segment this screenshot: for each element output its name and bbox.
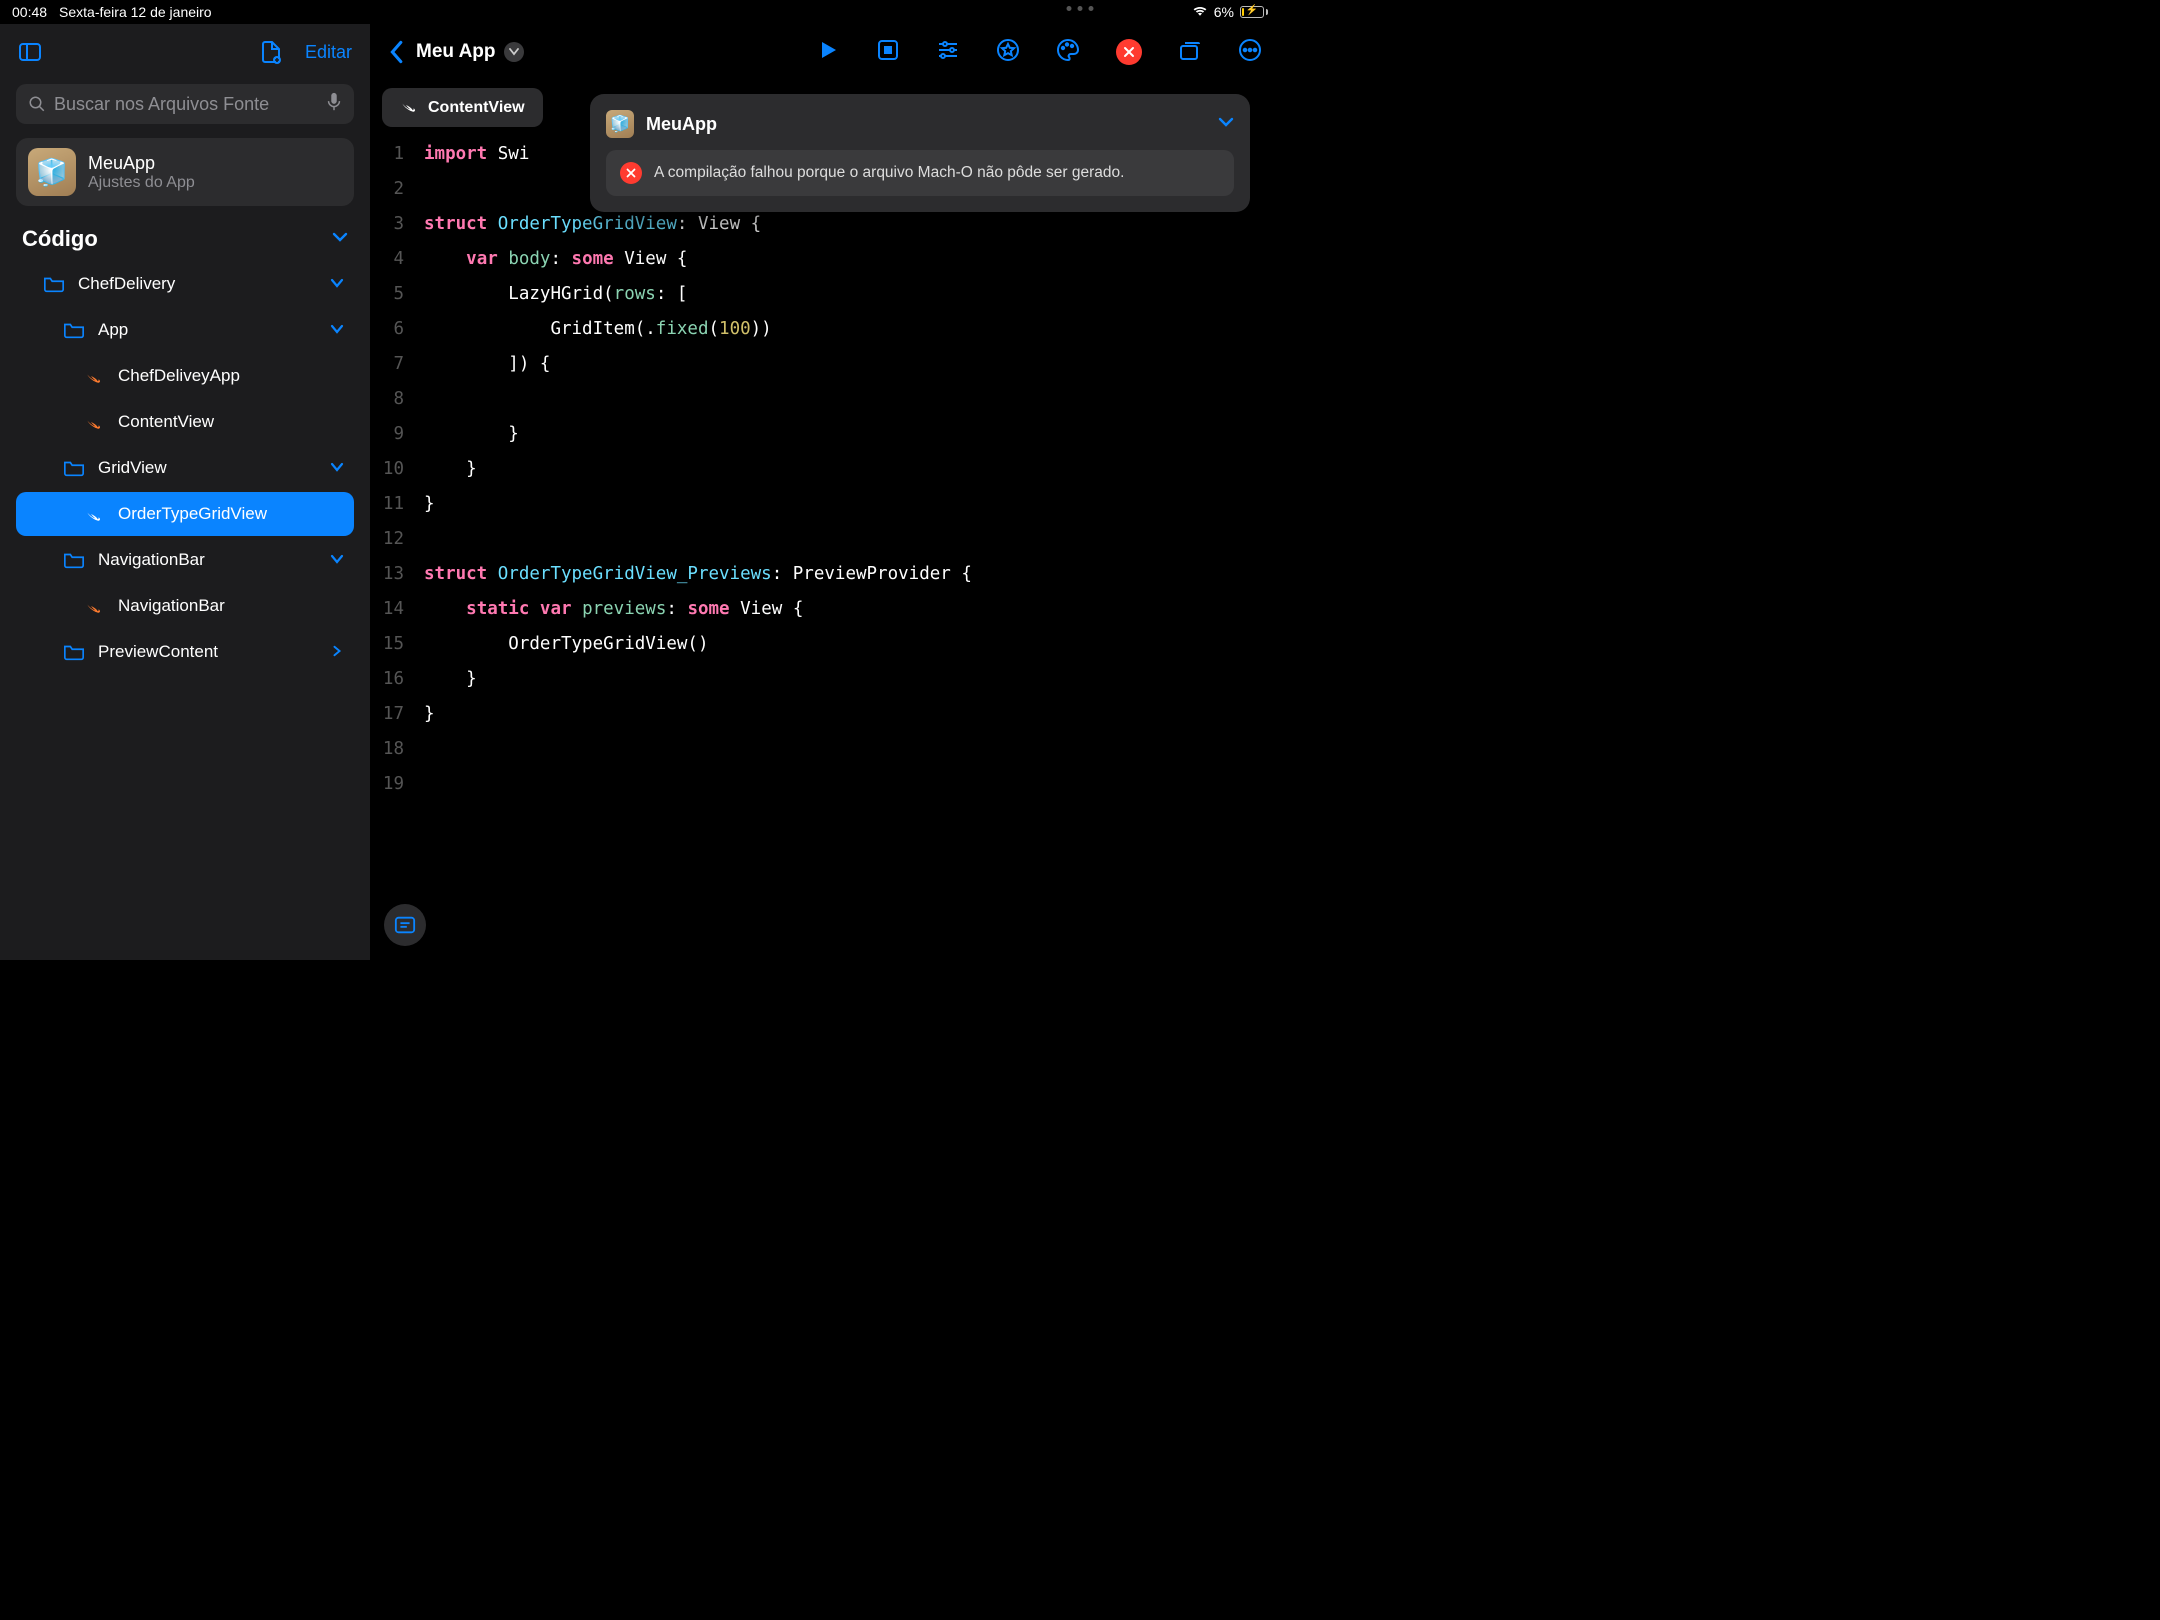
folder-icon <box>62 321 86 339</box>
folder-icon <box>62 643 86 661</box>
folder-icon <box>62 459 86 477</box>
app-icon: 🧊 <box>28 148 76 196</box>
app-settings-row[interactable]: 🧊 MeuApp Ajustes do App <box>16 138 354 206</box>
app-title: MeuApp <box>88 153 195 174</box>
chevron-down-icon[interactable] <box>1218 115 1234 133</box>
sidebar: Editar Buscar nos Arquivos Fonte 🧊 MeuAp… <box>0 24 370 960</box>
chevron-down-icon <box>330 320 344 340</box>
battery-icon: ⚡ <box>1240 6 1268 18</box>
sidebar-item-navigationbar-file[interactable]: NavigationBar <box>16 584 354 628</box>
sidebar-item-chefdelivery[interactable]: ChefDelivery <box>16 262 354 306</box>
status-date: Sexta-feira 12 de janeiro <box>59 4 212 20</box>
sidebar-item-ordertypegridview[interactable]: OrderTypeGridView <box>16 492 354 536</box>
breadcrumb[interactable]: Meu App <box>416 41 524 63</box>
search-placeholder: Buscar nos Arquivos Fonte <box>54 94 318 115</box>
sidebar-item-app-folder[interactable]: App <box>16 308 354 352</box>
popover-title: MeuApp <box>646 114 717 135</box>
run-button[interactable] <box>816 38 840 67</box>
settings-sliders-icon[interactable] <box>936 38 960 67</box>
sidebar-item-gridview-folder[interactable]: GridView <box>16 446 354 490</box>
folder-icon <box>42 275 66 293</box>
issue-row[interactable]: A compilação falhou porque o arquivo Mac… <box>606 150 1234 196</box>
star-circle-icon[interactable] <box>996 38 1020 67</box>
error-icon <box>620 162 642 184</box>
code-editor[interactable]: 12345678910111213141516171819 import Swi… <box>370 127 1280 960</box>
error-indicator[interactable] <box>1116 39 1142 65</box>
chevron-down-icon <box>504 42 524 62</box>
wifi-icon <box>1192 4 1208 20</box>
folder-icon <box>62 551 86 569</box>
status-bar: 00:48 Sexta-feira 12 de janeiro 6% ⚡ <box>0 0 1280 24</box>
palette-icon[interactable] <box>1056 38 1080 67</box>
more-circle-icon[interactable] <box>1238 38 1262 67</box>
sidebar-item-contentview[interactable]: ContentView <box>16 400 354 444</box>
chevron-right-icon <box>330 642 344 662</box>
windows-icon[interactable] <box>1178 38 1202 67</box>
battery-percent: 6% <box>1214 4 1234 20</box>
multitask-grabber[interactable] <box>1067 0 1094 11</box>
new-file-icon[interactable] <box>259 40 283 64</box>
search-input[interactable]: Buscar nos Arquivos Fonte <box>16 84 354 124</box>
editor: Meu App ContentView <box>370 24 1280 960</box>
stop-button[interactable] <box>876 38 900 67</box>
console-button[interactable] <box>384 904 426 946</box>
chevron-down-icon <box>330 458 344 478</box>
chevron-down-icon <box>330 550 344 570</box>
chevron-down-icon <box>332 230 348 249</box>
sidebar-item-previewcontent[interactable]: PreviewContent <box>16 630 354 674</box>
chevron-down-icon <box>330 274 344 294</box>
status-time: 00:48 <box>12 4 47 20</box>
app-subtitle: Ajustes do App <box>88 174 195 192</box>
app-icon: 🧊 <box>606 110 634 138</box>
back-button[interactable] <box>388 40 404 64</box>
issue-text: A compilação falhou porque o arquivo Mac… <box>654 164 1124 182</box>
issues-popover: 🧊 MeuApp A compilação falhou porque o ar… <box>590 94 1250 212</box>
editor-toolbar: Meu App <box>370 24 1280 80</box>
sidebar-toggle-icon[interactable] <box>18 40 42 64</box>
swift-icon <box>400 96 418 119</box>
sidebar-item-navigationbar-folder[interactable]: NavigationBar <box>16 538 354 582</box>
swift-icon <box>82 367 106 385</box>
mic-icon[interactable] <box>326 92 342 117</box>
swift-icon <box>82 413 106 431</box>
swift-icon <box>82 597 106 615</box>
edit-button[interactable]: Editar <box>305 42 352 63</box>
section-code[interactable]: Código <box>0 222 370 260</box>
sidebar-item-chefdeliveyapp[interactable]: ChefDeliveyApp <box>16 354 354 398</box>
swift-icon <box>82 505 106 523</box>
tab-contentview[interactable]: ContentView <box>382 88 543 127</box>
